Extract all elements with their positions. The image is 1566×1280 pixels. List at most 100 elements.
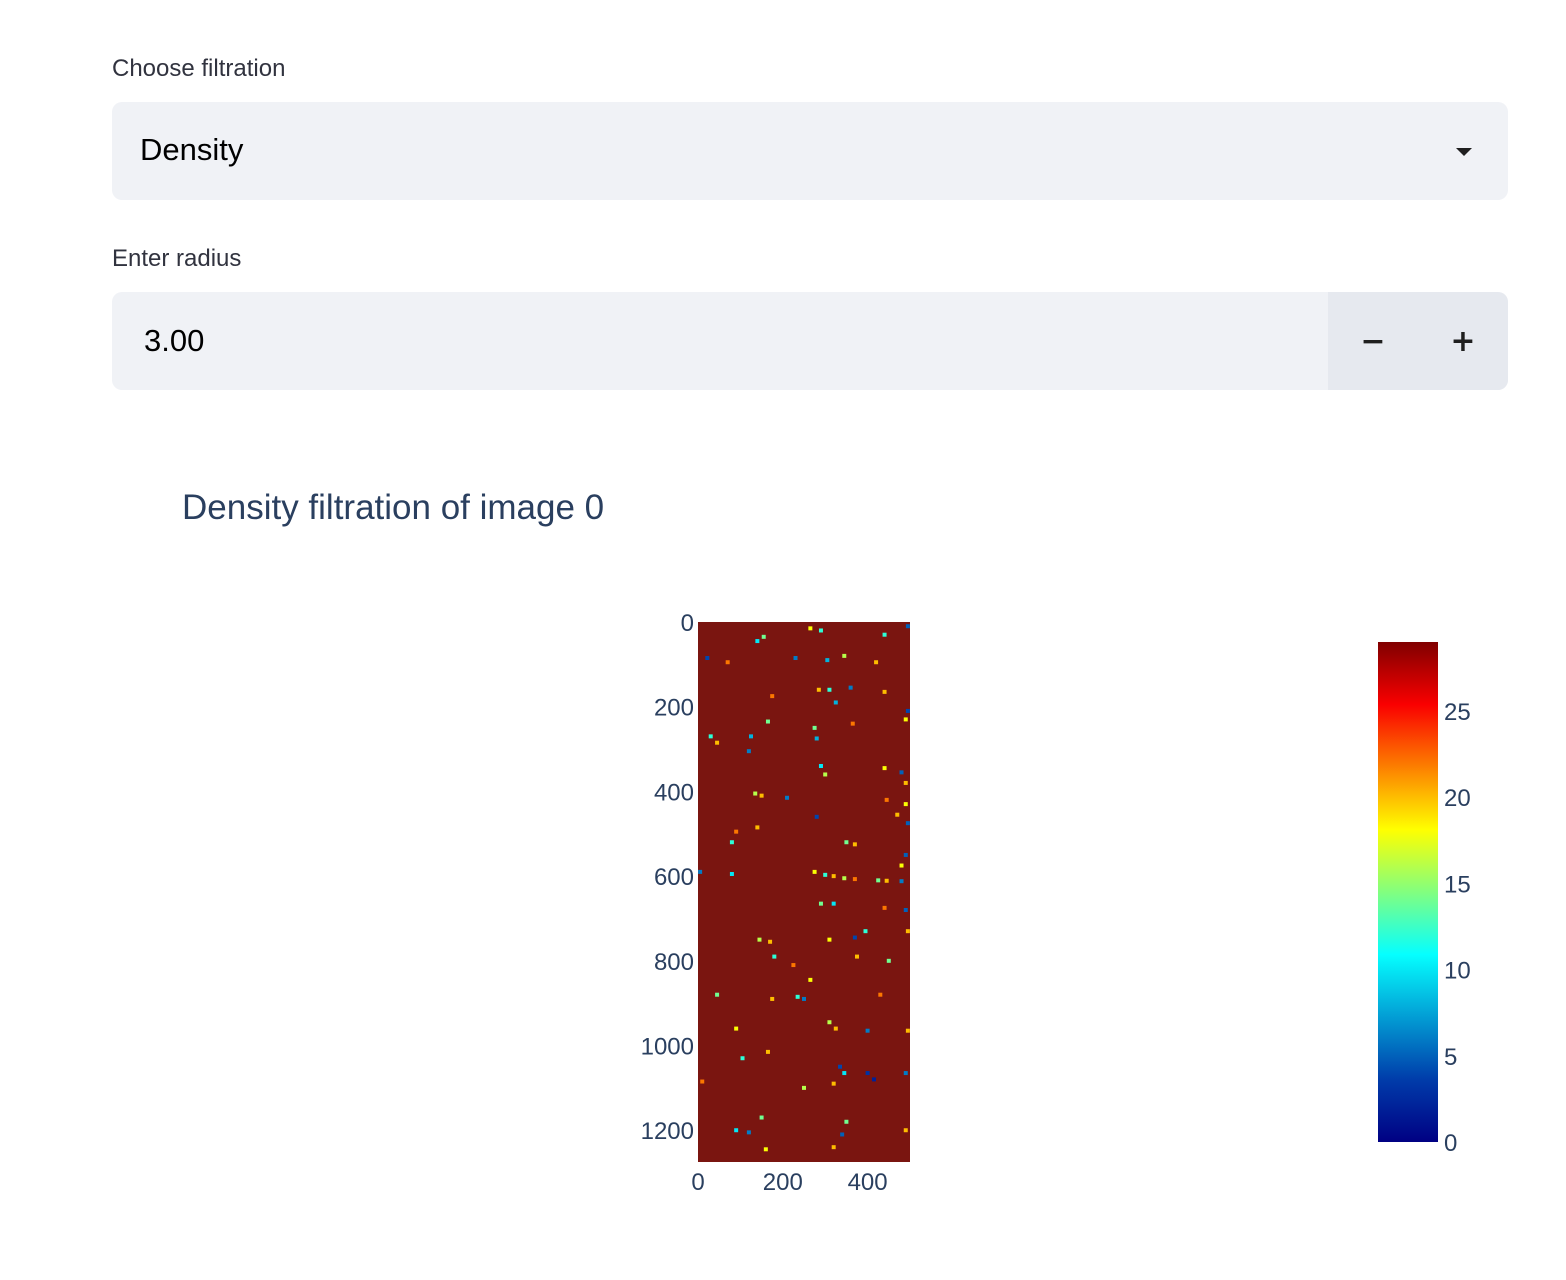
heatmap-cell (865, 1071, 870, 1076)
heatmap-plot-area[interactable] (698, 622, 910, 1162)
colorbar-tick-label: 25 (1444, 699, 1471, 726)
heatmap-cell (812, 869, 817, 874)
heatmap-cell (740, 1056, 745, 1061)
colorbar-tick-label: 5 (1444, 1044, 1457, 1071)
heatmap-cell (855, 954, 859, 959)
heatmap-cell (903, 1071, 908, 1076)
heatmap-cell (759, 1115, 764, 1120)
heatmap-cell (825, 658, 830, 663)
heatmap-cell (882, 632, 887, 637)
heatmap-cell (827, 687, 832, 692)
heatmap-cell (833, 1026, 838, 1031)
heatmap-cell (882, 689, 887, 694)
y-tick-label: 400 (654, 779, 694, 806)
y-tick-label: 1000 (641, 1034, 694, 1061)
colorbar-tick-label: 20 (1444, 785, 1471, 812)
heatmap-cell (844, 840, 849, 845)
heatmap-cell (818, 628, 823, 633)
y-tick-label: 0 (681, 610, 694, 637)
heatmap-cell (905, 1028, 910, 1033)
heatmap-cell (725, 660, 730, 665)
y-tick-label: 200 (654, 695, 694, 722)
heatmap-cell (884, 878, 889, 883)
increment-button[interactable]: + (1418, 292, 1508, 390)
heatmap-cell (852, 935, 857, 940)
heatmap-cell (759, 793, 764, 798)
heatmap-cell (785, 795, 790, 800)
heatmap-cell (905, 821, 910, 826)
heatmap-cell (899, 879, 904, 884)
heatmap-cell (905, 624, 910, 629)
chevron-down-icon[interactable] (1456, 148, 1472, 156)
heatmap-cell (842, 1071, 847, 1076)
radius-input[interactable] (112, 292, 1328, 390)
decrement-button[interactable]: − (1328, 292, 1418, 390)
heatmap-cell (755, 825, 760, 830)
heatmap-cell (749, 734, 753, 739)
heatmap-cell (734, 1128, 739, 1133)
heatmap-cell (899, 863, 904, 868)
minus-icon: − (1360, 323, 1386, 359)
heatmap-cell (882, 766, 887, 771)
colorbar-tick-label: 15 (1444, 871, 1471, 898)
heatmap-cell (753, 791, 758, 796)
heatmap-cell (831, 874, 836, 879)
heatmap-cell (831, 1145, 836, 1150)
heatmap-cell (761, 634, 766, 639)
heatmap-cell (895, 812, 900, 817)
heatmap-cell (729, 840, 734, 845)
filtration-label: Choose filtration (112, 55, 286, 82)
heatmap-cell (827, 937, 832, 942)
heatmap-cell (802, 996, 806, 1001)
heatmap-cell (812, 725, 817, 730)
heatmap-cell (808, 977, 813, 982)
heatmap-cell (899, 770, 904, 775)
heatmap-background (698, 622, 910, 1162)
colorbar: 0 5 10 15 20 25 (1378, 642, 1471, 1157)
heatmap-cell (840, 1132, 845, 1137)
x-tick-label: 0 (691, 1169, 704, 1196)
heatmap-cell (757, 937, 762, 942)
heatmap-cell (770, 694, 775, 699)
heatmap-cell (850, 721, 855, 726)
x-tick-label: 400 (848, 1169, 888, 1196)
heatmap-cell (708, 734, 713, 739)
heatmap-cell (814, 814, 819, 819)
heatmap-cell (808, 626, 813, 631)
heatmap-cell (882, 905, 887, 910)
heatmap-cell (903, 908, 908, 912)
heatmap-cell (768, 939, 773, 944)
heatmap-cell (765, 1049, 770, 1054)
heatmap-cell (848, 685, 853, 690)
heatmap-cell (746, 1130, 751, 1135)
heatmap-cell (715, 992, 720, 997)
heatmap-cell (729, 872, 734, 876)
heatmap-cell (827, 1020, 832, 1025)
heatmap-cell (903, 780, 908, 785)
heatmap-cell (863, 929, 868, 934)
heatmap-cell (833, 700, 838, 705)
y-axis: 0 200 400 600 800 1000 1200 (641, 610, 694, 1145)
heatmap-cell (842, 876, 847, 881)
heatmap-cell (698, 869, 703, 874)
heatmap-cell (903, 717, 908, 722)
heatmap-cell (844, 1119, 849, 1124)
heatmap-cell (903, 1128, 908, 1133)
heatmap-cell (734, 1026, 739, 1031)
heatmap-cell (905, 929, 910, 934)
heatmap-cell (791, 963, 796, 968)
heatmap-cell (874, 660, 879, 665)
filtration-selected-value: Density (140, 132, 244, 167)
page: Choose filtration Density Enter radius −… (0, 0, 1566, 1280)
colorbar-tick-label: 0 (1444, 1130, 1457, 1157)
heatmap-cell (746, 749, 751, 754)
heatmap-cell (876, 878, 881, 883)
heatmap-cell (770, 996, 775, 1001)
heatmap-cell (818, 764, 823, 768)
heatmap-cell (905, 708, 910, 713)
heatmap-cell (831, 1081, 836, 1086)
heatmap-cell (715, 740, 720, 745)
filtration-select[interactable]: Density (112, 102, 1508, 200)
heatmap-cell (763, 1147, 768, 1152)
heatmap-chart[interactable]: 0 200 400 0 200 400 600 800 1000 1200 0 5 10 15 20 25 (0, 520, 1566, 1280)
